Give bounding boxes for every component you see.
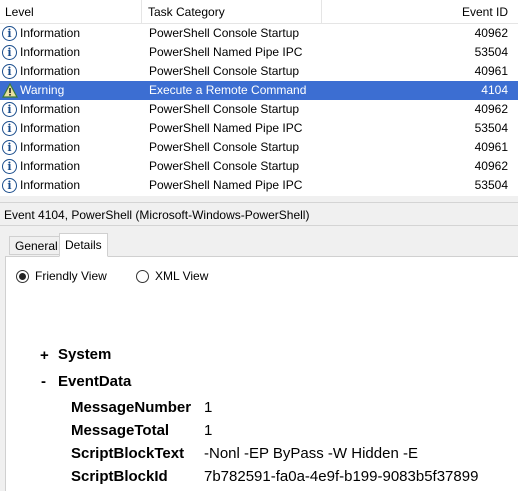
details-pane: General Details Friendly View XML View +… [0, 226, 518, 491]
field-key-message-total: MessageTotal [71, 422, 170, 439]
field-value-message-total: 1 [204, 422, 213, 439]
level-label: Information [20, 178, 81, 192]
details-panel: Friendly View XML View + System - EventD… [5, 256, 518, 491]
level-label: Information [20, 140, 81, 154]
cell-event-id: 53504 [474, 121, 508, 135]
event-row[interactable]: i Information PowerShell Console Startup 40… [0, 138, 518, 157]
cell-level: i Information [0, 43, 142, 62]
tab-details[interactable]: Details [59, 233, 108, 257]
column-header-event-id[interactable]: Event ID [322, 0, 518, 24]
level-label: Information [20, 26, 81, 40]
info-icon: i [2, 159, 17, 174]
cell-event-id: 40961 [474, 140, 508, 154]
field-value-message-number: 1 [204, 399, 213, 416]
eventdata-node[interactable]: EventData [58, 373, 131, 391]
radio-selected-icon [16, 269, 29, 283]
cell-event-id: 40962 [474, 26, 508, 40]
event-row[interactable]: i Information PowerShell Named Pipe IPC 535… [0, 119, 518, 138]
info-icon: i [2, 64, 17, 79]
event-details-title: Event 4104, PowerShell (Microsoft-Window… [0, 202, 518, 226]
event-list-header: Level Task Category Event ID [0, 0, 518, 24]
cell-task-category: PowerShell Console Startup [149, 159, 300, 173]
friendly-view-radio[interactable]: Friendly View [16, 269, 107, 283]
friendly-view-label: Friendly View [35, 269, 107, 283]
event-list: Level Task Category Event ID i Informatio… [0, 0, 518, 196]
cell-event-id: 40962 [474, 159, 508, 173]
event-row[interactable]: i Information PowerShell Console Startup 40… [0, 100, 518, 119]
cell-level: i Information [0, 62, 142, 81]
cell-task-category: PowerShell Named Pipe IPC [149, 121, 303, 135]
event-rows: i Information PowerShell Console Startup 40… [0, 24, 518, 195]
column-header-level[interactable]: Level [0, 0, 142, 24]
event-row[interactable]: i Information PowerShell Named Pipe IPC 535… [0, 176, 518, 195]
info-icon: i [2, 178, 17, 193]
eventdata-collapse-toggle[interactable]: - [41, 373, 46, 390]
info-icon: i [2, 102, 17, 117]
event-row[interactable]: i Information PowerShell Console Startup 40… [0, 157, 518, 176]
cell-level: i Information [0, 138, 142, 157]
cell-task-category: PowerShell Named Pipe IPC [149, 45, 303, 59]
xml-view-label: XML View [155, 269, 209, 283]
cell-task-category: PowerShell Console Startup [149, 64, 300, 78]
cell-task-category: PowerShell Console Startup [149, 102, 300, 116]
field-value-script-block-id: 7b782591-fa0a-4e9f-b199-9083b5f37899 [204, 468, 479, 485]
tab-general[interactable]: General [9, 236, 64, 255]
cell-event-id: 53504 [474, 45, 508, 59]
info-icon: i [2, 45, 17, 60]
level-label: Information [20, 102, 81, 116]
field-key-script-block-id: ScriptBlockId [71, 468, 168, 485]
event-row[interactable]: i Information PowerShell Named Pipe IPC 535… [0, 43, 518, 62]
info-icon: i [2, 121, 17, 136]
cell-event-id: 40961 [474, 64, 508, 78]
cell-level: i Information [0, 157, 142, 176]
field-key-message-number: MessageNumber [71, 399, 192, 416]
cell-event-id: 4104 [481, 83, 508, 97]
radio-unselected-icon [136, 269, 149, 283]
cell-level: i Information [0, 100, 142, 119]
cell-task-category: PowerShell Named Pipe IPC [149, 178, 303, 192]
cell-level: i Information [0, 176, 142, 195]
cell-level: i Information [0, 119, 142, 138]
event-row[interactable]: i Information PowerShell Console Startup 40… [0, 62, 518, 81]
event-row[interactable]: i Information PowerShell Console Startup 40… [0, 24, 518, 43]
field-key-script-block-text: ScriptBlockText [71, 445, 185, 462]
warning-icon [2, 83, 18, 98]
level-label: Information [20, 45, 81, 59]
level-label: Warning [20, 83, 65, 97]
friendly-view-content: + System - EventData MessageNumber 1 Mes… [26, 303, 518, 491]
level-label: Information [20, 159, 81, 173]
event-row-selected[interactable]: Warning Execute a Remote Command 4104 [0, 81, 518, 100]
info-icon: i [2, 26, 17, 41]
cell-task-category: PowerShell Console Startup [149, 140, 300, 154]
level-label: Information [20, 64, 81, 78]
system-expand-toggle[interactable]: + [40, 347, 49, 364]
cell-task-category: Execute a Remote Command [149, 83, 307, 97]
info-icon: i [2, 140, 17, 155]
cell-event-id: 53504 [474, 178, 508, 192]
level-label: Information [20, 121, 81, 135]
cell-level: Warning [0, 81, 142, 100]
system-node[interactable]: System [58, 346, 111, 364]
xml-view-radio[interactable]: XML View [136, 269, 208, 283]
column-header-task-category[interactable]: Task Category [142, 0, 322, 24]
field-value-script-block-text: -Nonl -EP ByPass -W Hidden -E [204, 445, 418, 462]
cell-task-category: PowerShell Console Startup [149, 26, 300, 40]
cell-event-id: 40962 [474, 102, 508, 116]
cell-level: i Information [0, 24, 142, 43]
